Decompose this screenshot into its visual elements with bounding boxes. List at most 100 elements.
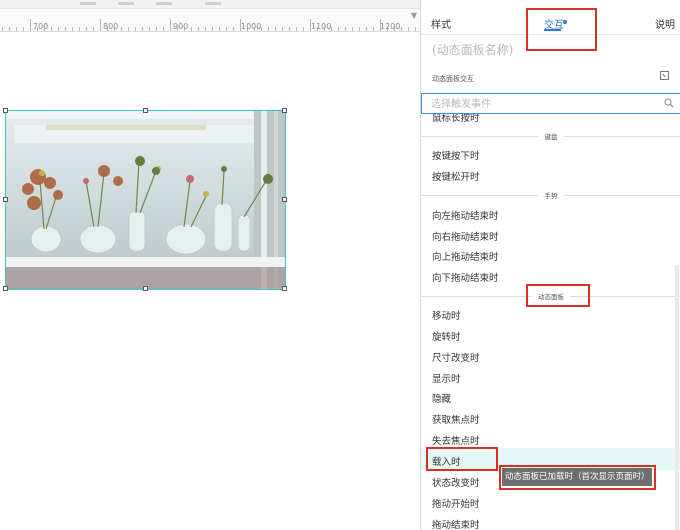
ruler-tick [93,27,94,31]
list-item-on-focus[interactable]: 获取焦点时 [432,412,480,426]
ruler-tick [58,27,59,31]
list-item-swipe-right[interactable]: 向右拖动结束时 [432,229,499,243]
toolbar-button-partial[interactable] [205,2,221,5]
ruler-tick [86,27,87,31]
resize-handle-bottom[interactable] [143,286,148,291]
ruler-tick [296,27,297,31]
flowers-in-vases-photo [6,111,285,289]
ruler-tick [23,27,24,31]
section-keyboard-label: 键盘 [538,131,564,141]
list-item-swipe-down[interactable]: 向下拖动结束时 [432,270,499,284]
ruler-label: 1100 [311,22,332,31]
widget-name-field[interactable]: (动态面板名称) [432,41,513,58]
section-gesture: 手势 [421,190,680,200]
list-item-swipe-left[interactable]: 向左拖动结束时 [432,208,499,222]
list-item-partial[interactable]: 鼠标长按时 [432,114,480,124]
list-item-key-down[interactable]: 按键按下时 [432,148,480,162]
toolbar-button-partial[interactable] [118,2,134,5]
ruler-tick [79,27,80,31]
ruler-tick [212,27,213,31]
tab-notes[interactable]: 说明 [655,16,675,31]
ruler-tick [415,27,416,31]
dynamic-panel-photo[interactable] [5,110,286,290]
ruler-tick [121,27,122,31]
ruler-tick [338,27,339,31]
list-item-on-drag-start[interactable]: 拖动开始时 [432,496,480,510]
ruler-tick [135,27,136,31]
resize-handle-top-right[interactable] [282,108,287,113]
ruler-tick [100,19,101,31]
annotation-box-dynamic-panel [526,284,590,307]
ruler-tick [2,27,3,31]
ruler-tick [366,27,367,31]
ruler-tick [219,27,220,31]
toolbar-button-partial[interactable] [156,2,172,5]
ruler-tick [156,27,157,31]
resize-handle-top-left[interactable] [3,108,8,113]
ruler-tick [142,27,143,31]
ruler-tick [352,27,353,31]
horizontal-ruler: 700 800 900 1000 1100 1200 ▼ [0,9,420,32]
ruler-menu-icon[interactable]: ▼ [411,11,417,20]
scrollbar[interactable] [675,265,679,530]
list-item-swipe-up[interactable]: 向上拖动结束时 [432,249,499,263]
ruler-tick [401,27,402,31]
list-item-on-show[interactable]: 显示时 [432,371,461,385]
tab-style[interactable]: 样式 [431,16,451,31]
ruler-tick [51,27,52,31]
ruler-label: 800 [103,22,119,31]
resize-handle-right[interactable] [282,197,287,202]
list-item-key-up[interactable]: 按键松开时 [432,169,480,183]
ruler-tick [226,27,227,31]
ruler-tick [345,27,346,31]
ruler-tick [72,27,73,31]
list-item-on-rotate[interactable]: 旋转时 [432,329,461,343]
ruler-tick [289,27,290,31]
ruler-tick [268,27,269,31]
ruler-tick [9,27,10,31]
ruler-label: 1000 [241,22,262,31]
ruler-tick [303,27,304,31]
top-toolbar-strip [0,0,420,9]
ruler-tick [170,19,171,31]
list-item-on-resize[interactable]: 尺寸改变时 [432,350,480,364]
list-item-on-move[interactable]: 移动时 [432,308,461,322]
toolbar-button-partial[interactable] [80,2,96,5]
ruler-tick [198,27,199,31]
ruler-tick [149,27,150,31]
ruler-tick [205,27,206,31]
list-item-on-state-change[interactable]: 状态改变时 [432,475,480,489]
ruler-tick [282,27,283,31]
ruler-label: 1200 [380,22,401,31]
ruler-tick [359,27,360,31]
ruler-tick [16,27,17,31]
annotation-box-on-load [426,447,498,471]
collapse-icon[interactable] [660,71,669,80]
event-search-input[interactable] [431,97,651,111]
ruler-tick [128,27,129,31]
ruler-tick [30,19,31,31]
resize-handle-bottom-left[interactable] [3,286,8,291]
ruler-tick [275,27,276,31]
resize-handle-top[interactable] [143,108,148,113]
annotation-box-tooltip [499,465,656,490]
ruler-label: 700 [33,22,49,31]
ruler-tick [233,27,234,31]
list-item-on-hide[interactable]: 隐藏 [432,391,451,405]
list-item-on-blur[interactable]: 失去焦点时 [432,433,480,447]
annotation-box-interactions-tab [526,8,597,51]
search-icon[interactable] [664,98,674,108]
event-search-box[interactable] [421,93,680,114]
ruler-label: 900 [173,22,189,31]
resize-handle-bottom-right[interactable] [282,286,287,291]
inspector-panel: 样式 交互 说明 (动态面板名称) 动态面板交互 鼠标长按时 键盘 按键按下时 … [420,0,680,530]
resize-handle-left[interactable] [3,197,8,202]
ruler-tick [191,27,192,31]
ruler-tick [163,27,164,31]
list-item-on-drag-end[interactable]: 拖动结束时 [432,517,480,530]
ruler-tick [373,27,374,31]
section-keyboard: 键盘 [421,131,680,141]
ruler-tick [408,27,409,31]
section-label: 动态面板交互 [432,75,474,83]
ruler-tick [65,27,66,31]
